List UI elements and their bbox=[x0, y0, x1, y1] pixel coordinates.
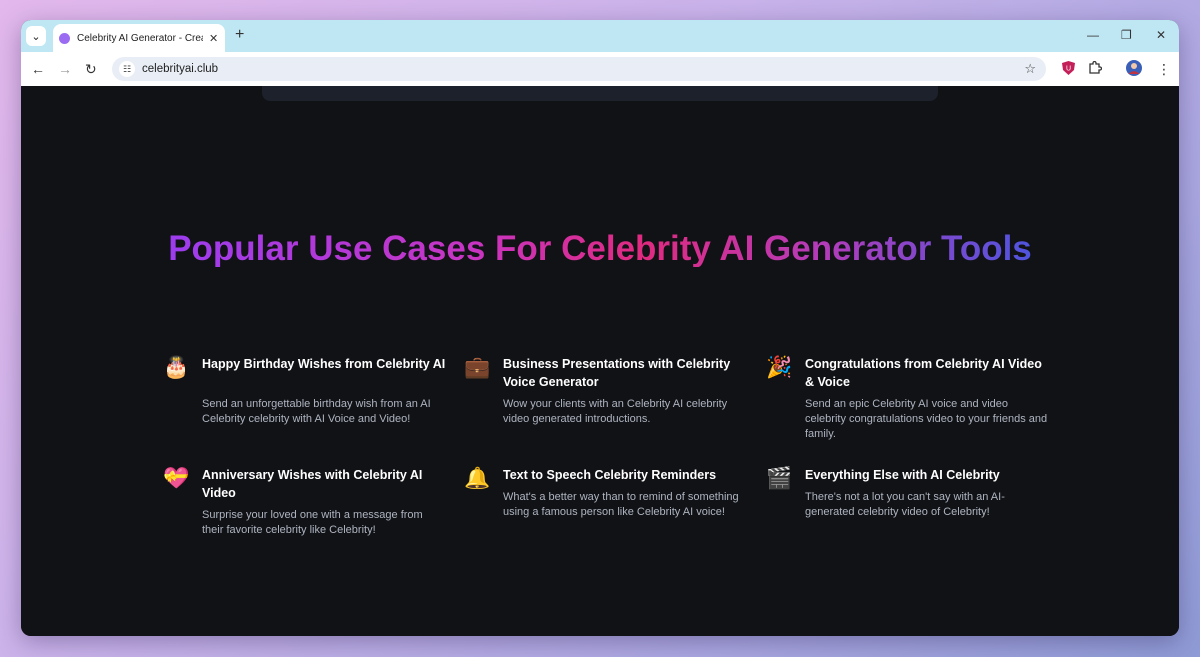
profile-avatar-icon[interactable] bbox=[1126, 60, 1142, 76]
tab-bar: ⌄ Celebrity AI Generator - Create ✕ + — … bbox=[21, 20, 1179, 52]
page-content: Popular Use Cases For Celebrity AI Gener… bbox=[21, 86, 1179, 636]
card-description: What's a better way than to remind of so… bbox=[503, 491, 739, 518]
extension-shield-icon[interactable]: U bbox=[1060, 60, 1076, 76]
briefcase-icon: 💼 bbox=[464, 356, 491, 379]
new-tab-button[interactable]: + bbox=[235, 27, 244, 43]
tab-title: Celebrity AI Generator - Create bbox=[77, 32, 203, 44]
tab-close-icon[interactable]: ✕ bbox=[209, 32, 218, 45]
minimize-button[interactable]: — bbox=[1087, 28, 1099, 42]
back-arrow-icon[interactable]: ← bbox=[31, 61, 45, 77]
card-description: Send an unforgettable birthday wish from… bbox=[202, 398, 431, 425]
extensions-puzzle-icon[interactable] bbox=[1087, 60, 1103, 76]
close-window-button[interactable]: ✕ bbox=[1156, 28, 1166, 42]
card-title: Congratulations from Celebrity AI Video … bbox=[805, 357, 1042, 389]
card-title: Happy Birthday Wishes from Celebrity AI bbox=[202, 357, 446, 371]
card-title: Text to Speech Celebrity Reminders bbox=[503, 468, 717, 482]
forward-arrow-icon[interactable]: → bbox=[58, 61, 72, 77]
bookmark-star-icon[interactable]: ☆ bbox=[1024, 61, 1036, 77]
active-tab[interactable]: Celebrity AI Generator - Create ✕ bbox=[53, 24, 225, 52]
site-favicon-icon bbox=[59, 32, 70, 44]
card-description: Wow your clients with an Celebrity AI ce… bbox=[503, 398, 728, 425]
address-bar[interactable]: ☷ celebrityai.club ☆ bbox=[112, 57, 1046, 81]
restore-button[interactable]: ❐ bbox=[1121, 28, 1132, 42]
browser-toolbar: ← → ↻ ☷ celebrityai.club ☆ U ⋮ bbox=[21, 52, 1179, 87]
card-description: There's not a lot you can't say with an … bbox=[805, 491, 1005, 518]
clapperboard-icon: 🎬 bbox=[766, 467, 793, 490]
tab-search-button[interactable]: ⌄ bbox=[26, 26, 46, 46]
top-panel bbox=[262, 86, 938, 101]
card-description: Send an epic Celebrity AI voice and vide… bbox=[805, 398, 1048, 440]
card-title: Anniversary Wishes with Celebrity AI Vid… bbox=[202, 468, 423, 500]
section-heading: Popular Use Cases For Celebrity AI Gener… bbox=[161, 230, 1039, 267]
browser-window: ⌄ Celebrity AI Generator - Create ✕ + — … bbox=[21, 20, 1179, 636]
browser-menu-icon[interactable]: ⋮ bbox=[1157, 61, 1171, 77]
party-popper-icon: 🎉 bbox=[766, 356, 793, 379]
card-title: Business Presentations with Celebrity Vo… bbox=[503, 357, 731, 389]
card-description: Surprise your loved one with a message f… bbox=[202, 509, 423, 536]
bell-icon: 🔔 bbox=[464, 467, 491, 490]
heart-gift-icon: 💝 bbox=[163, 467, 190, 490]
card-title: Everything Else with AI Celebrity bbox=[805, 468, 1000, 482]
site-settings-icon[interactable]: ☷ bbox=[119, 61, 135, 77]
birthday-cake-icon: 🎂 bbox=[163, 356, 190, 379]
chevron-down-icon: ⌄ bbox=[31, 30, 41, 43]
svg-text:U: U bbox=[1065, 66, 1070, 73]
reload-icon[interactable]: ↻ bbox=[85, 61, 97, 77]
url-text[interactable]: celebrityai.club bbox=[142, 63, 218, 75]
